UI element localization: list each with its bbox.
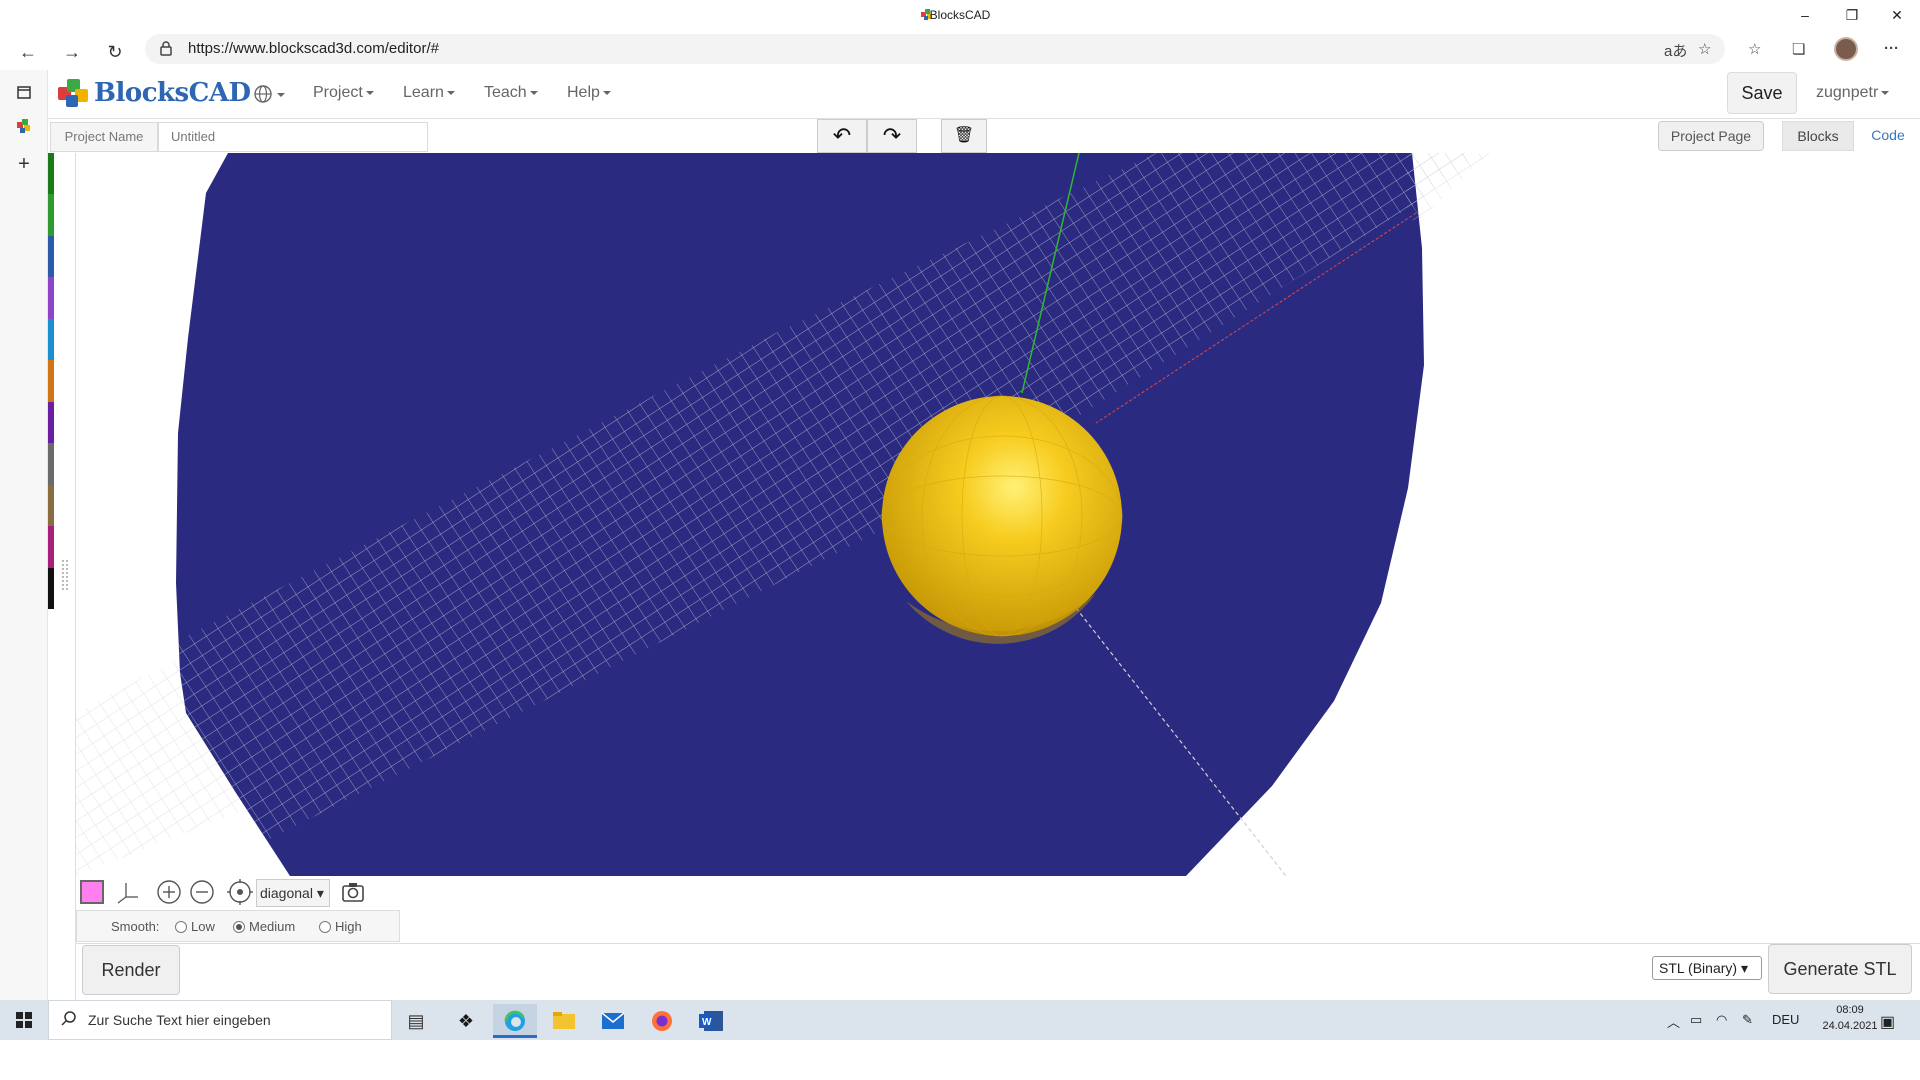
grid-floor-top [1406,153,1490,223]
language-globe-icon[interactable] [253,84,273,104]
explorer-icon[interactable] [542,1004,586,1038]
project-page-button[interactable]: Project Page [1658,121,1764,151]
tab-actions-icon[interactable] [12,81,36,105]
camera-snapshot-icon[interactable] [338,877,368,907]
windows-start-icon[interactable] [0,1000,48,1040]
more-options-icon[interactable]: ··· [1884,40,1899,57]
svg-text:W: W [702,1017,712,1028]
notifications-icon[interactable]: ▣ [1880,1012,1895,1032]
smooth-low-option[interactable]: Low [165,919,215,934]
word-icon[interactable]: W [689,1004,733,1038]
bottom-divider [76,943,1920,944]
menu-teach[interactable]: Teach [484,84,538,102]
object-color-swatch[interactable] [80,880,104,904]
smooth-label: Smooth: [111,919,160,934]
lock-icon[interactable] [160,41,172,56]
new-tab-icon[interactable]: + [12,152,36,176]
save-button[interactable]: Save [1727,72,1797,114]
generate-stl-button[interactable]: Generate STL [1768,944,1912,994]
clock-date[interactable]: 24.04.2021 [1820,1020,1880,1032]
export-format-select[interactable]: STL (Binary) ▾ [1652,956,1762,980]
splitter-drag-handle[interactable] [62,560,68,590]
smooth-high-radio[interactable] [319,920,331,933]
close-window-button[interactable]: ✕ [1874,3,1920,27]
minimize-button[interactable]: – [1782,3,1828,27]
blockscad-logo-icon[interactable] [57,77,91,111]
collections-icon[interactable]: ❏ [1792,40,1805,58]
language-caret-icon[interactable] [277,93,285,97]
reset-view-icon[interactable] [225,877,255,907]
read-aloud-icon[interactable]: aあ [1664,40,1687,61]
menu-learn[interactable]: Learn [403,84,455,102]
render-viewport[interactable] [76,153,1920,876]
firefox-icon[interactable] [640,1004,684,1038]
wifi-icon[interactable]: ◠ [1716,1012,1727,1028]
reload-button[interactable]: ↻ [101,38,129,66]
menu-help[interactable]: Help [567,84,611,102]
blockscad-tab-icon[interactable] [12,114,36,138]
redo-button[interactable]: ↷ [867,119,917,153]
window-title: BlocksCAD [929,8,991,22]
scene-canvas[interactable] [76,153,1920,876]
tab-blocks[interactable]: Blocks [1782,121,1854,151]
menu-project[interactable]: Project [313,84,374,102]
tray-chevron-icon[interactable]: ︿ [1667,1012,1680,1031]
screen-bottom-area [0,1040,1920,1080]
dropbox-icon[interactable]: ❖ [444,1004,488,1038]
sphere-object [882,396,1122,636]
trash-button[interactable]: 🗑 [941,119,987,153]
add-favorite-icon[interactable]: ☆ [1698,40,1711,58]
restore-button[interactable]: ❐ [1829,3,1875,27]
edge-icon[interactable] [493,1004,537,1038]
smooth-medium-option[interactable]: Medium [223,919,295,934]
user-menu[interactable]: zugnpetr [1816,84,1890,102]
mail-icon[interactable] [591,1004,635,1038]
pen-icon[interactable]: ✎ [1742,1012,1753,1028]
vertical-tabs-strip [0,70,48,1000]
battery-icon[interactable]: ▭ [1690,1012,1702,1028]
search-placeholder[interactable]: Zur Suche Text hier eingeben [88,1012,271,1028]
zoom-out-icon[interactable] [187,877,217,907]
zoom-in-icon[interactable] [154,877,184,907]
forward-button[interactable]: → [58,38,86,66]
url-text[interactable]: https://www.blockscad3d.com/editor/# [188,40,439,57]
project-name-label: Project Name [50,122,158,152]
task-view-icon[interactable]: ▤ [394,1004,438,1038]
undo-button[interactable]: ↶ [817,119,867,153]
smooth-low-radio[interactable] [175,920,187,933]
language-indicator[interactable]: DEU [1772,1012,1799,1027]
search-icon[interactable] [60,1010,78,1028]
smooth-medium-radio[interactable] [233,920,245,933]
view-angle-select[interactable]: diagonal ▾ [256,879,330,907]
profile-avatar[interactable] [1834,37,1858,61]
smooth-options: Smooth: Low Medium High [76,910,400,942]
clock-time[interactable]: 08:09 [1820,1004,1880,1016]
axes-toggle-icon[interactable] [112,877,142,907]
back-button[interactable]: ← [14,38,42,66]
smooth-high-option[interactable]: High [309,919,362,934]
app-logo-text[interactable]: BlocksCAD [94,78,251,108]
render-button[interactable]: Render [82,945,180,995]
favorites-icon[interactable]: ☆ [1748,40,1761,58]
project-name-input[interactable]: Untitled [158,122,428,152]
tab-code[interactable]: Code [1856,121,1920,151]
